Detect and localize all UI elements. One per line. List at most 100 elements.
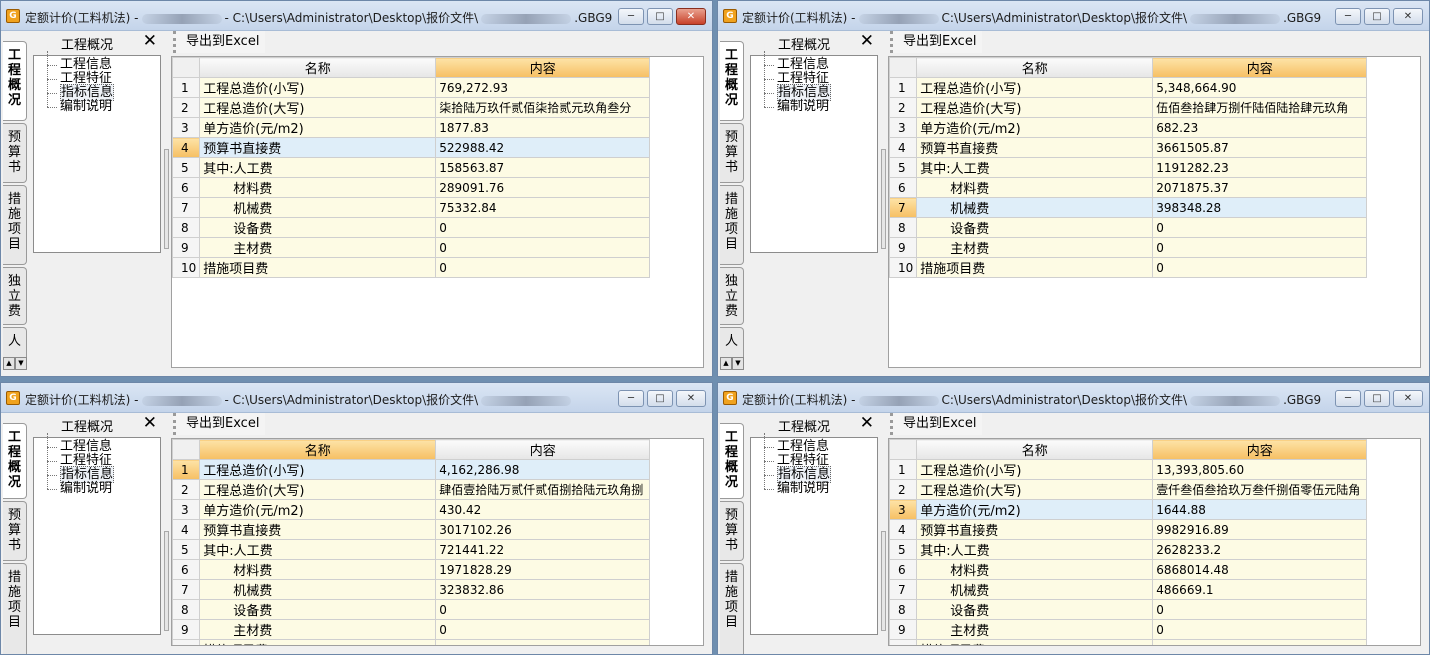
cell-content[interactable]: 伍佰叁拾肆万捌仟陆佰陆拾肆元玖角 [1152, 97, 1368, 118]
cell-content[interactable]: 肆佰壹拾陆万贰仟贰佰捌拾陆元玖角捌 [435, 479, 651, 500]
close-button[interactable]: ✕ [1393, 8, 1423, 25]
table-row[interactable]: 3 单方造价(元/m2) 1644.88 [889, 499, 1368, 520]
row-number[interactable]: 4 [889, 137, 918, 158]
vtab-1[interactable]: 工程概况 [3, 41, 27, 121]
table-row[interactable]: 5 其中:人工费 1191282.23 [889, 157, 1368, 178]
vtab-1[interactable]: 工程概况 [720, 423, 744, 499]
row-number[interactable]: 9 [172, 237, 201, 258]
column-header-name[interactable]: 名称 [916, 57, 1154, 78]
table-row[interactable]: 9 主材费 0 [889, 237, 1368, 258]
row-number[interactable]: 1 [889, 77, 918, 98]
tab-scroll-buttons[interactable]: ▲ ▼ [720, 357, 744, 370]
cell-name[interactable]: 工程总造价(大写) [916, 479, 1154, 500]
tree-item[interactable]: 指标信息 [44, 461, 160, 483]
export-excel-button[interactable]: 导出到Excel [890, 413, 983, 435]
table-row[interactable]: 4 预算书直接费 522988.42 [172, 137, 651, 158]
panel-close-button[interactable]: ✕ [860, 31, 874, 51]
cell-name[interactable]: 单方造价(元/m2) [199, 499, 437, 520]
tree-view[interactable]: 工程信息 工程特征 指标信息 编制说明 [33, 51, 161, 253]
vtab-2[interactable]: 预算书 [720, 123, 744, 183]
table-row[interactable]: 8 设备费 0 [172, 599, 651, 620]
row-number[interactable]: 2 [889, 479, 918, 500]
cell-content[interactable]: 9982916.89 [1152, 519, 1368, 540]
column-header-name[interactable]: 名称 [199, 439, 437, 460]
row-number[interactable]: 4 [172, 519, 201, 540]
table-row[interactable]: 7 机械费 323832.86 [172, 579, 651, 600]
row-number[interactable]: 5 [889, 157, 918, 178]
title-bar[interactable]: G 定额计价(工料机法) - - C:\Users\Administrator\D… [1, 383, 712, 413]
scroll-down-icon[interactable]: ▼ [732, 357, 744, 370]
row-number[interactable]: 8 [172, 217, 201, 238]
table-row[interactable]: 2 工程总造价(大写) 壹仟叁佰叁拾玖万叁仟捌佰零伍元陆角 [889, 479, 1368, 500]
cell-content[interactable]: 1971828.29 [435, 559, 651, 580]
cell-name[interactable]: 其中:人工费 [916, 157, 1154, 178]
cell-name[interactable]: 其中:人工费 [199, 539, 437, 560]
cell-content[interactable]: 0 [435, 257, 651, 278]
table-row[interactable]: 4 预算书直接费 3661505.87 [889, 137, 1368, 158]
vtab-3[interactable]: 措施项目 [720, 185, 744, 265]
cell-content[interactable]: 0 [1152, 619, 1368, 640]
table-row[interactable]: 6 材料费 2071875.37 [889, 177, 1368, 198]
cell-name[interactable]: 其中:人工费 [916, 539, 1154, 560]
title-bar[interactable]: G 定额计价(工料机法) - C:\Users\Administrator\Des… [718, 1, 1429, 31]
vtab-3[interactable]: 措施项目 [3, 185, 27, 265]
row-number[interactable]: 6 [889, 559, 918, 580]
tree-item[interactable]: 编制说明 [761, 93, 877, 114]
scroll-down-icon[interactable]: ▼ [15, 357, 27, 370]
table-row[interactable]: 7 机械费 75332.84 [172, 197, 651, 218]
row-number[interactable]: 10 [172, 257, 201, 278]
row-number[interactable]: 5 [889, 539, 918, 560]
cell-name[interactable]: 主材费 [199, 619, 437, 640]
table-row[interactable]: 6 材料费 1971828.29 [172, 559, 651, 580]
cell-name[interactable]: 单方造价(元/m2) [916, 499, 1154, 520]
title-bar[interactable]: G 定额计价(工料机法) - - C:\Users\Administrator\D… [1, 1, 712, 31]
cell-name[interactable]: 预算书直接费 [916, 137, 1154, 158]
cell-content[interactable]: 522988.42 [435, 137, 651, 158]
tree-item[interactable]: 工程信息 [761, 433, 877, 454]
cell-name[interactable]: 预算书直接费 [199, 519, 437, 540]
tree-item[interactable]: 编制说明 [44, 475, 160, 496]
vtab-1[interactable]: 工程概况 [3, 423, 27, 499]
table-row[interactable]: 5 其中:人工费 2628233.2 [889, 539, 1368, 560]
cell-content[interactable]: 398348.28 [1152, 197, 1368, 218]
cell-name[interactable]: 工程总造价(大写) [916, 97, 1154, 118]
index-grid[interactable]: 名称 内容 1 工程总造价(小写) 769,272.93 2 工程总造价(大写) 柒拾陆万… [171, 56, 704, 368]
tree-item[interactable]: 指标信息 [761, 461, 877, 483]
cell-content[interactable]: 0 [1152, 237, 1368, 258]
row-number[interactable]: 6 [172, 177, 201, 198]
row-number[interactable]: 4 [889, 519, 918, 540]
row-number[interactable]: 2 [889, 97, 918, 118]
cell-name[interactable]: 主材费 [916, 237, 1154, 258]
cell-content[interactable]: 682.23 [1152, 117, 1368, 138]
cell-name[interactable]: 材料费 [199, 559, 437, 580]
table-row[interactable]: 7 机械费 486669.1 [889, 579, 1368, 600]
row-number[interactable]: 9 [889, 237, 918, 258]
cell-content[interactable]: 2071875.37 [1152, 177, 1368, 198]
vtab-1[interactable]: 工程概况 [720, 41, 744, 121]
maximize-button[interactable]: □ [647, 390, 673, 407]
minimize-button[interactable]: ─ [618, 390, 644, 407]
row-number[interactable]: 7 [172, 197, 201, 218]
cell-name[interactable]: 工程总造价(小写) [916, 459, 1154, 480]
row-number[interactable]: 8 [172, 599, 201, 620]
cell-content[interactable]: 769,272.93 [435, 77, 651, 98]
tree-item[interactable]: 指标信息 [761, 79, 877, 101]
row-number[interactable]: 1 [889, 459, 918, 480]
row-number[interactable]: 7 [172, 579, 201, 600]
panel-close-button[interactable]: ✕ [860, 413, 874, 433]
table-row[interactable]: 3 单方造价(元/m2) 430.42 [172, 499, 651, 520]
table-row[interactable]: 1 工程总造价(小写) 769,272.93 [172, 77, 651, 98]
title-bar[interactable]: G 定额计价(工料机法) - C:\Users\Administrator\Des… [718, 383, 1429, 413]
row-number[interactable]: 7 [889, 579, 918, 600]
cell-name[interactable]: 单方造价(元/m2) [916, 117, 1154, 138]
panel-splitter[interactable] [164, 149, 169, 249]
cell-content[interactable]: 75332.84 [435, 197, 651, 218]
tree-item[interactable]: 工程信息 [44, 433, 160, 454]
table-row[interactable]: 1 工程总造价(小写) 5,348,664.90 [889, 77, 1368, 98]
tree-view[interactable]: 工程信息 工程特征 指标信息 编制说明 [750, 51, 878, 253]
row-number[interactable]: 1 [172, 459, 201, 480]
table-row[interactable]: 2 工程总造价(大写) 柒拾陆万玖仟贰佰柒拾贰元玖角叁分 [172, 97, 651, 118]
tree-view[interactable]: 工程信息 工程特征 指标信息 编制说明 [750, 433, 878, 635]
cell-content[interactable]: 323832.86 [435, 579, 651, 600]
cell-content[interactable]: 5,348,664.90 [1152, 77, 1368, 98]
